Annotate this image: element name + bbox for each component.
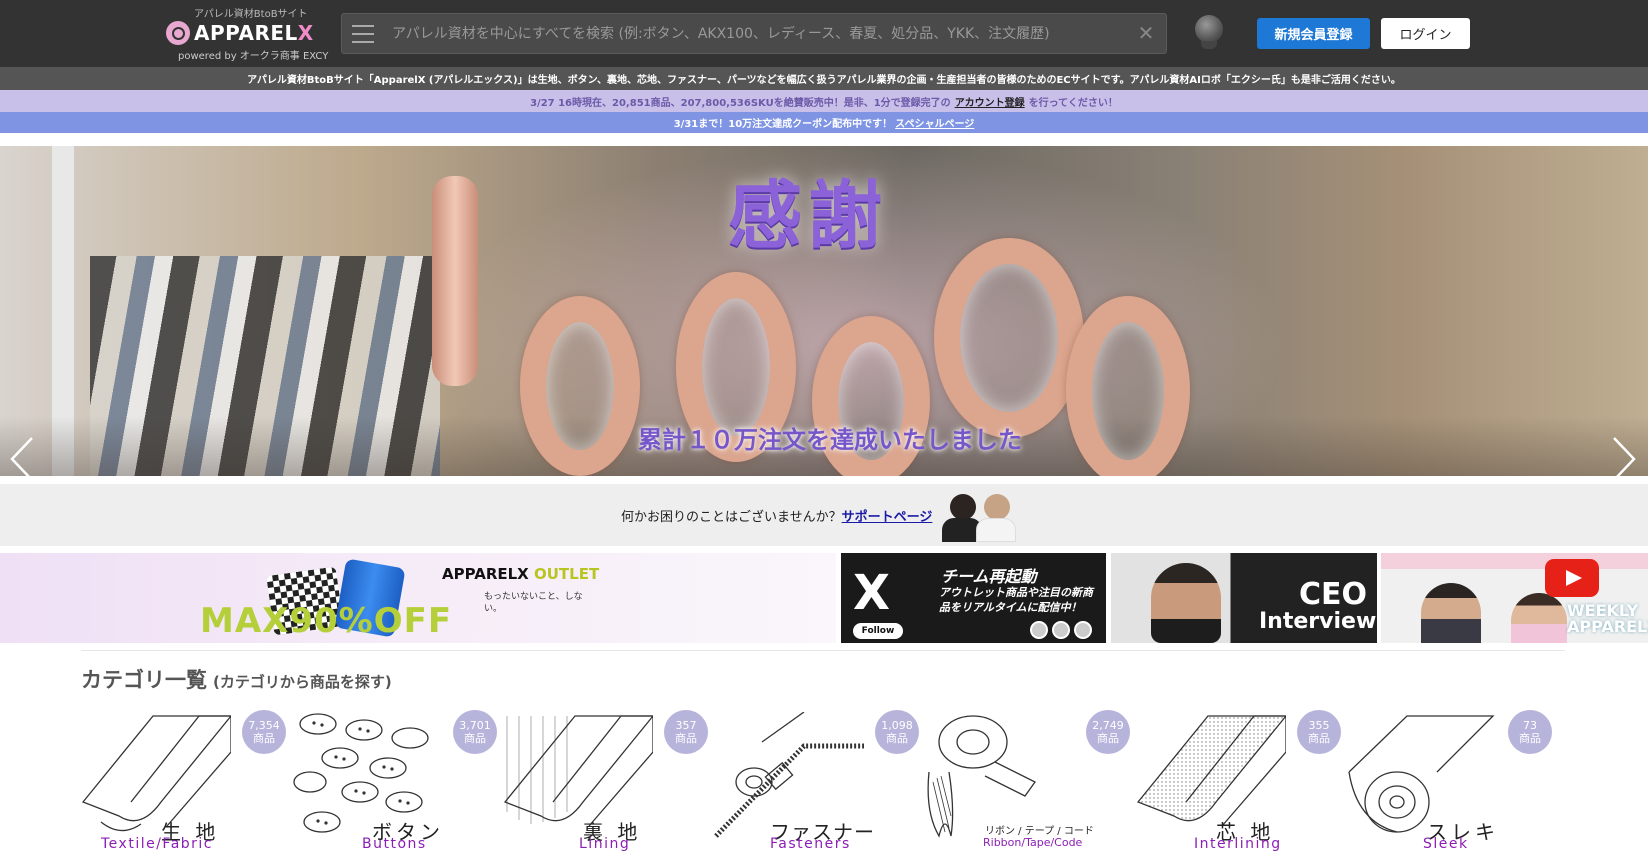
category-label-en: Fasteners [770, 836, 851, 852]
host-photo [1511, 593, 1567, 643]
category-ribbon[interactable]: 2,749 商品 リボン / テープ / コード Ribbon/Tape/Code [925, 708, 1136, 852]
x-banner[interactable]: X チーム再起動 アウトレット商品や注目の新商品をリアルタイムに配信中！ Fol… [841, 553, 1106, 643]
coupon-text: 3/31まで！10万注文達成クーポン配布中です！ [673, 119, 893, 130]
item-count-badge: 2,749 商品 [1086, 710, 1130, 754]
product-count-text: 3/27 16時現在、20,851商品、207,800,536SKUを絶賛販売中… [530, 97, 951, 109]
search-bar: ✕ [341, 13, 1167, 54]
logo-wordmark: APPARELX [166, 21, 314, 45]
outlet-sale-text: MAX90%OFF [200, 601, 453, 641]
x-banner-heading: チーム再起動 [941, 567, 1037, 586]
item-count-badge: 7,354 商品 [242, 710, 286, 754]
support-message: 何かお困りのことはございませんか？サポートページ [621, 510, 933, 525]
category-fasteners[interactable]: 1,098 商品 ファスナー Fasteners [714, 708, 925, 852]
balloon-digit-0 [1066, 296, 1190, 476]
logo-icon [166, 21, 190, 45]
logo-tagline: アパレル資材BtoBサイト [194, 9, 308, 20]
category-sleek[interactable]: 73 商品 スレキ Sleek [1347, 708, 1558, 852]
outlet-title: APPARELX OUTLET [442, 565, 600, 583]
x-logo-icon: X [853, 565, 891, 621]
x-avatar-group [1026, 621, 1092, 643]
item-count-badge: 1,098 商品 [875, 710, 919, 754]
outlet-banner[interactable]: APPARELX OUTLET もったいないこと、しない。 MAX90%OFF [0, 553, 836, 643]
category-label: リボン / テープ / コード [985, 826, 1094, 837]
login-button[interactable]: ログイン [1381, 18, 1470, 49]
category-label-en: Textile/Fabric [101, 836, 213, 852]
youtube-play-icon [1545, 559, 1599, 597]
support-page-link[interactable]: サポートページ [842, 510, 933, 525]
product-count-bar: 3/27 16時現在、20,851商品、207,800,536SKUを絶賛販売中… [0, 90, 1648, 112]
hero-subtitle: 累計１０万注文を達成いたしました [638, 426, 1022, 454]
category-heading: カテゴリ一覧 (カテゴリから商品を探す) [81, 668, 392, 692]
weekly-apparelx-banner[interactable]: WEEKLYAPPARELX [1381, 553, 1648, 643]
support-strip: 何かお困りのことはございませんか？サポートページ [0, 484, 1648, 546]
item-count-badge: 3,701 商品 [453, 710, 497, 754]
carousel-next-icon[interactable] [1610, 434, 1638, 476]
support-staff-image [932, 488, 1024, 544]
balloon-digit-0 [934, 238, 1084, 438]
carousel-prev-icon[interactable] [8, 434, 36, 476]
hamburger-menu-icon[interactable] [352, 25, 374, 43]
ceo-interview-banner[interactable]: CEO Interview [1111, 553, 1377, 643]
product-count-suffix: を行ってください！ [1028, 97, 1118, 109]
special-page-link[interactable]: スペシャルページ [895, 115, 974, 130]
category-lining[interactable]: 357 商品 裏 地 Lining [503, 708, 714, 852]
site-logo[interactable]: アパレル資材BtoBサイト APPARELX powered by オークラ商事… [166, 5, 332, 62]
hero-carousel[interactable]: 感謝 累計１０万注文を達成いたしました [0, 146, 1648, 476]
x-banner-description: アウトレット商品や注目の新商品をリアルタイムに配信中！ [939, 586, 1093, 614]
category-label-en: Sleek [1423, 836, 1469, 852]
logo-powered-by: powered by オークラ商事 EXCY [178, 51, 329, 62]
ai-robot-icon[interactable] [1193, 13, 1225, 51]
logo-text: APPARELX [194, 21, 314, 45]
coupon-bar: 3/31まで！10万注文達成クーポン配布中です！ スペシャルページ [0, 112, 1648, 133]
search-input[interactable] [392, 22, 1112, 46]
account-register-link[interactable]: アカウント登録 [955, 94, 1025, 109]
section-divider [81, 650, 1565, 651]
host-photo [1421, 583, 1481, 643]
category-label-en: Ribbon/Tape/Code [983, 836, 1083, 849]
category-label-en: Lining [579, 836, 631, 852]
ceo-banner-line1: CEO [1299, 577, 1368, 612]
item-count-badge: 73 商品 [1508, 710, 1552, 754]
hero-title: 感謝 [728, 173, 888, 259]
x-follow-button[interactable]: Follow [853, 623, 903, 639]
item-count-badge: 357 商品 [664, 710, 708, 754]
weekly-banner-title: WEEKLYAPPARELX [1567, 601, 1648, 636]
category-interlining[interactable]: 355 商品 芯 地 Interlining [1136, 708, 1347, 852]
category-textile[interactable]: 7,354 商品 生 地 Textile/Fabric [81, 708, 292, 852]
category-label-en: Buttons [362, 836, 427, 852]
category-label-en: Interlining [1194, 836, 1282, 852]
balloon-digit-1 [432, 176, 478, 386]
ceo-photo [1151, 563, 1221, 643]
site-header: アパレル資材BtoBサイト APPARELX powered by オークラ商事… [0, 0, 1648, 67]
balloon-digit-0 [520, 296, 640, 476]
category-buttons[interactable]: 3,701 商品 ボタン Buttons [292, 708, 503, 852]
close-icon[interactable]: ✕ [1136, 23, 1156, 43]
item-count-badge: 355 商品 [1297, 710, 1341, 754]
outlet-note: もったいないこと、しない。 [484, 592, 583, 614]
ceo-banner-line2: Interview [1259, 609, 1377, 634]
register-button[interactable]: 新規会員登録 [1257, 18, 1370, 49]
site-description-bar: アパレル資材BtoBサイト「ApparelX (アパレルエックス)」は生地、ボタ… [0, 67, 1648, 90]
